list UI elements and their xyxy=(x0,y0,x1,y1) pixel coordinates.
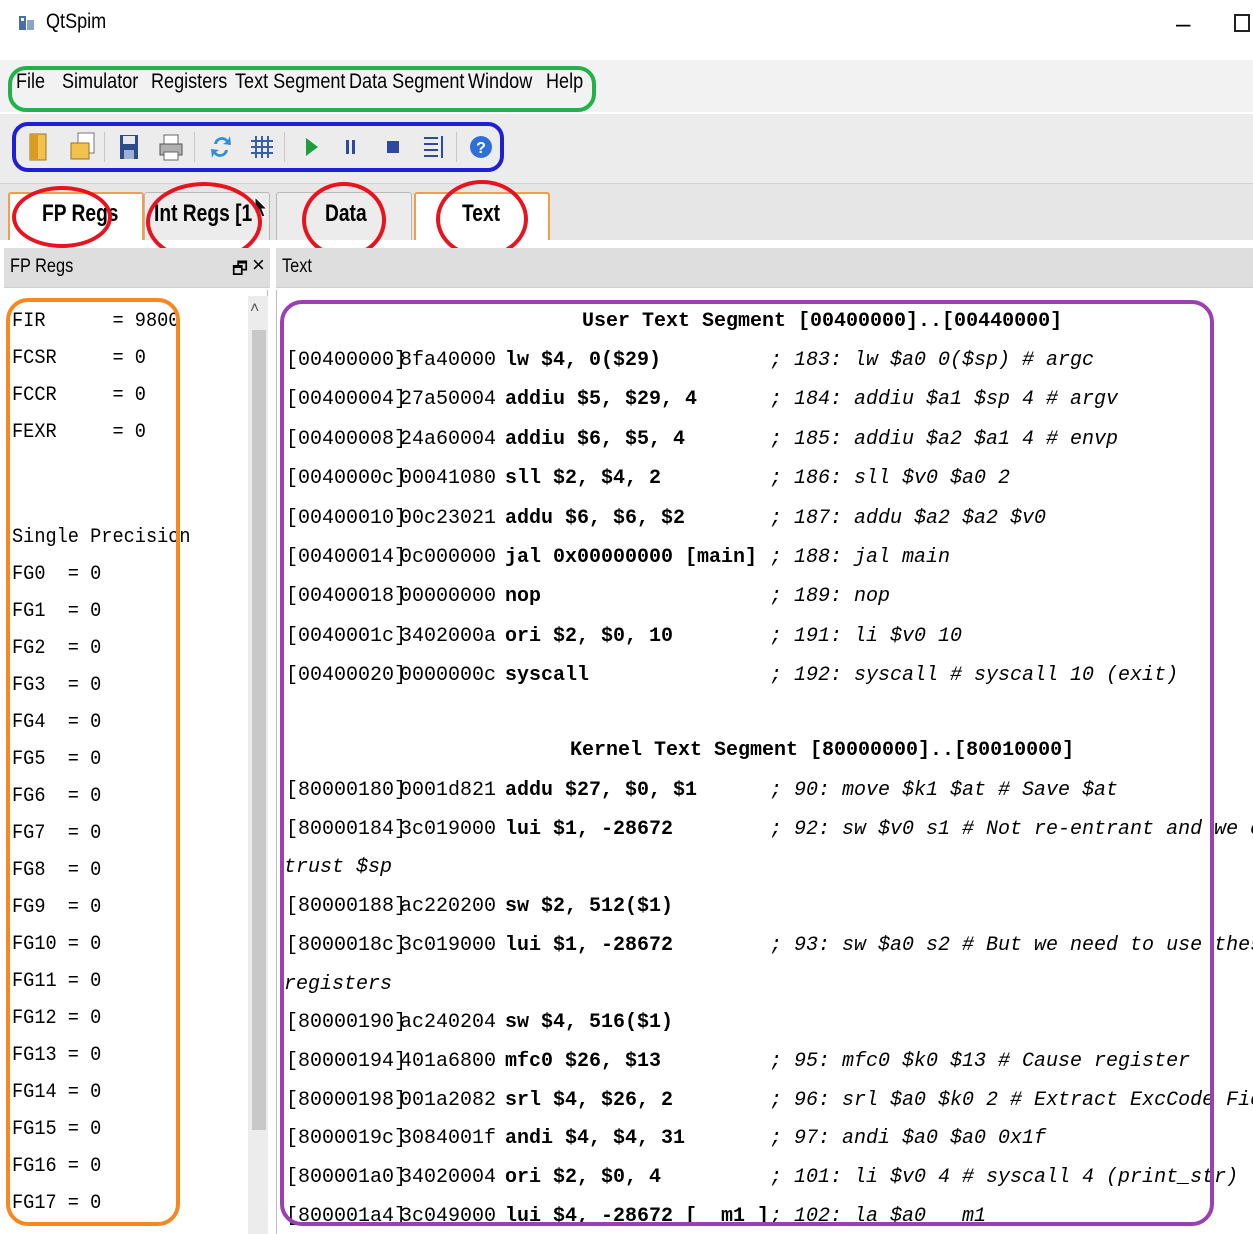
text-dock-title: Text xyxy=(282,256,312,277)
menu-highlight-ring xyxy=(8,66,596,112)
maximize-button[interactable] xyxy=(1234,14,1250,32)
text-dock-header xyxy=(276,248,1253,288)
qtspim-icon xyxy=(19,16,34,30)
fp-registers-highlight-box xyxy=(6,298,180,1226)
data-tab-ring xyxy=(302,182,386,258)
fp-regs-scroll-thumb[interactable] xyxy=(252,330,266,1130)
float-window-icon[interactable]: 🗗 xyxy=(232,256,248,285)
fp-regs-dock-title: FP Regs xyxy=(10,256,74,277)
title-bar: QtSpim – xyxy=(0,0,1253,50)
fp-regs-tab-ring xyxy=(12,186,112,248)
toolbar-highlight-ring xyxy=(12,122,504,172)
text-tab-ring xyxy=(436,180,528,258)
minimize-button[interactable]: – xyxy=(1176,10,1190,36)
text-segment-highlight-box xyxy=(280,300,1214,1226)
close-icon[interactable]: × xyxy=(252,252,265,278)
window-title: QtSpim xyxy=(46,10,107,33)
scroll-up-icon[interactable]: ˄ xyxy=(250,300,259,318)
